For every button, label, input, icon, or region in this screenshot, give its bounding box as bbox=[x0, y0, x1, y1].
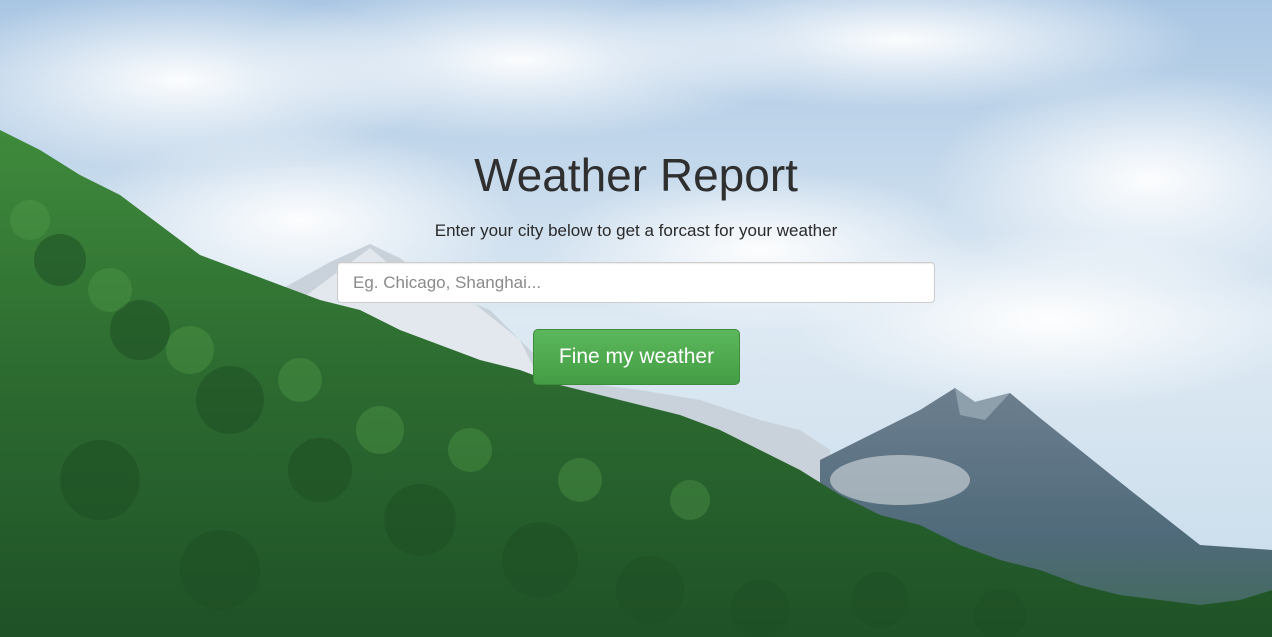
find-weather-button[interactable]: Fine my weather bbox=[533, 329, 740, 385]
hero-content: Weather Report Enter your city below to … bbox=[0, 0, 1272, 637]
page-subtitle: Enter your city below to get a forcast f… bbox=[434, 221, 838, 240]
city-search-input[interactable] bbox=[337, 262, 935, 303]
page-title: Weather Report bbox=[474, 149, 798, 201]
weather-page: Weather Report Enter your city below to … bbox=[0, 0, 1272, 637]
